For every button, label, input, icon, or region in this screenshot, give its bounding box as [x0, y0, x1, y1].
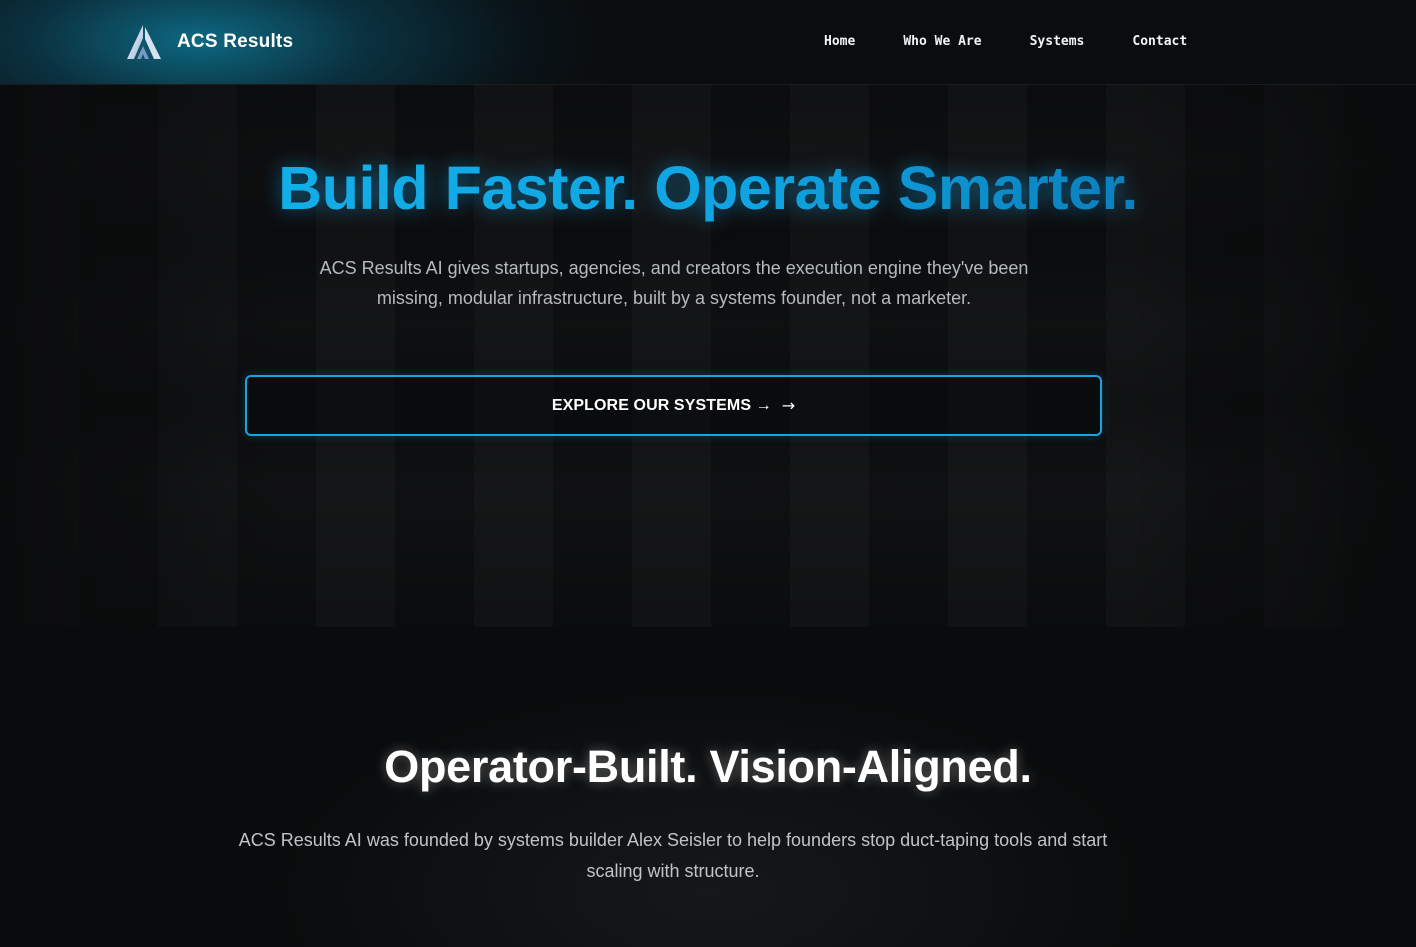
hero-title-text: Build Faster. Operate Smarter. — [278, 154, 1138, 222]
nav-systems[interactable]: Systems — [1030, 33, 1085, 51]
nav-contact[interactable]: Contact — [1132, 33, 1187, 51]
explore-systems-button[interactable]: EXPLORE OUR SYSTEMS → → — [245, 375, 1102, 436]
hero-title: Build Faster. Operate Smarter. — [0, 153, 1416, 223]
brand-home-link[interactable]: ACS Results — [126, 24, 293, 60]
main-nav: Home Who We Are Systems Contact — [824, 33, 1187, 51]
hero-section: Build Faster. Operate Smarter. ACS Resul… — [0, 85, 1416, 627]
nav-home[interactable]: Home — [824, 33, 855, 51]
about-section: Operator-Built. Vision-Aligned. ACS Resu… — [0, 627, 1416, 947]
brand-name: ACS Results — [177, 31, 294, 52]
site-header: ACS Results Home Who We Are Systems Cont… — [0, 0, 1416, 85]
header-glow — [0, 0, 620, 84]
about-text: ACS Results AI was founded by systems bu… — [238, 830, 1108, 881]
hero-subtitle: ACS Results AI gives startups, agencies,… — [319, 258, 1029, 308]
nav-who-we-are[interactable]: Who We Are — [903, 33, 981, 51]
about-glow — [230, 667, 1190, 947]
explore-systems-label: EXPLORE OUR SYSTEMS → — [551, 396, 772, 414]
about-title: Operator-Built. Vision-Aligned. — [384, 741, 1032, 792]
acs-logo-icon — [127, 25, 161, 59]
arrow-right-icon: → — [781, 396, 796, 415]
